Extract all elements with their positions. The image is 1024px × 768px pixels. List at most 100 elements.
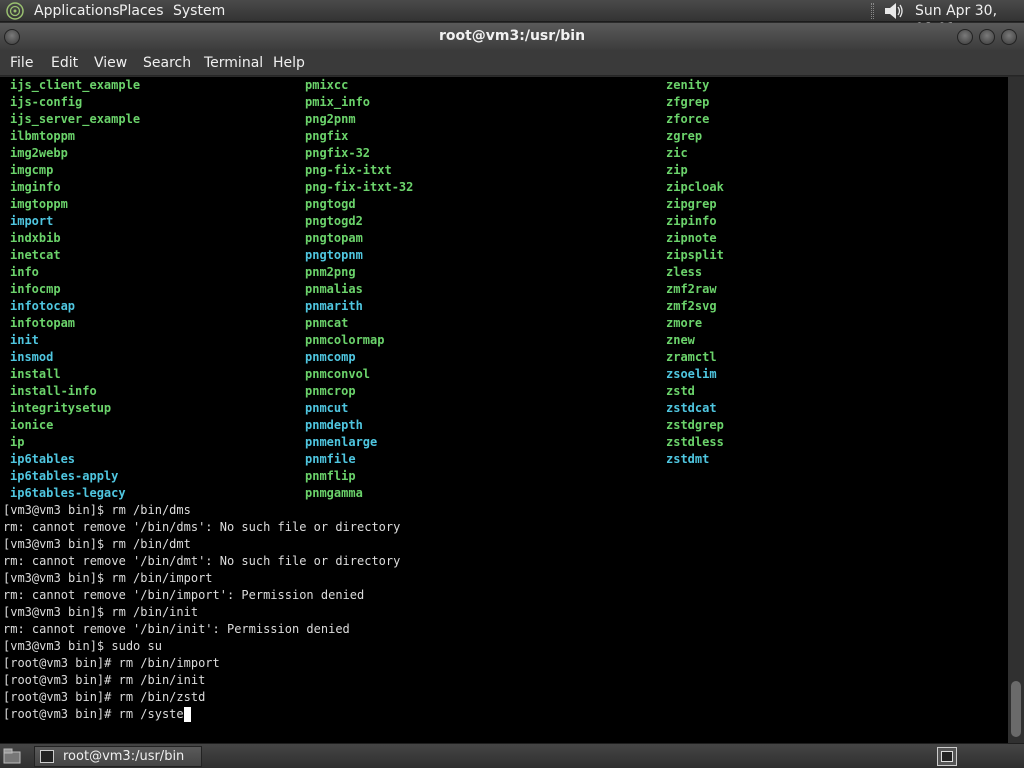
ls-entry: pnmconvol bbox=[305, 367, 371, 381]
menu-view[interactable]: View bbox=[94, 54, 127, 72]
ls-entry: integritysetup bbox=[10, 401, 112, 415]
window-title: root@vm3:/usr/bin bbox=[438, 28, 586, 44]
scrollbar-thumb[interactable] bbox=[1011, 681, 1021, 737]
ls-entry: pmixcc bbox=[305, 78, 349, 92]
ls-entry: zmf2raw bbox=[666, 282, 717, 296]
prompt-line: [root@vm3 bin]# rm /syste bbox=[3, 707, 184, 721]
applications-menu[interactable]: Applications bbox=[34, 2, 120, 20]
ls-entry: zip bbox=[666, 163, 688, 177]
ls-entry: infotocap bbox=[10, 299, 76, 313]
taskbar-terminal-button[interactable]: root@vm3:/usr/bin bbox=[34, 746, 202, 767]
menu-file[interactable]: File bbox=[10, 54, 33, 72]
prompt-line: [vm3@vm3 bin]$ rm /bin/dmt bbox=[3, 537, 191, 551]
error-line: rm: cannot remove '/bin/dmt': No such fi… bbox=[3, 554, 401, 568]
ls-entry: zmf2svg bbox=[666, 299, 717, 313]
ls-entry: imgtoppm bbox=[10, 197, 68, 211]
ls-entry: pnm2png bbox=[305, 265, 356, 279]
error-line: rm: cannot remove '/bin/import': Permiss… bbox=[3, 588, 365, 602]
maximize-button[interactable] bbox=[979, 29, 995, 45]
menu-help[interactable]: Help bbox=[273, 54, 305, 72]
ls-entry: pnmcut bbox=[305, 401, 349, 415]
terminal-output[interactable]: ijs_client_example ijs-config ijs_server_e… bbox=[0, 77, 1008, 743]
show-desktop-icon[interactable] bbox=[3, 748, 21, 764]
ls-entry: zmore bbox=[666, 316, 703, 330]
ls-entry: import bbox=[10, 214, 54, 228]
gnome-logo-icon[interactable] bbox=[6, 2, 24, 20]
volume-icon[interactable] bbox=[884, 2, 904, 20]
close-button[interactable] bbox=[1001, 29, 1017, 45]
prompt-line: [root@vm3 bin]# rm /bin/init bbox=[3, 673, 206, 687]
ls-entry: zipinfo bbox=[666, 214, 717, 228]
ls-entry: ijs_server_example bbox=[10, 112, 141, 126]
ls-entry: pngtopam bbox=[305, 231, 363, 245]
ls-entry: pmix_info bbox=[305, 95, 371, 109]
ls-entry: zgrep bbox=[666, 129, 703, 143]
panel-separator bbox=[871, 3, 874, 19]
text-cursor bbox=[183, 707, 191, 722]
ls-entry: zipnote bbox=[666, 231, 717, 245]
prompt-line: [vm3@vm3 bin]$ rm /bin/import bbox=[3, 571, 213, 585]
terminal-icon bbox=[40, 750, 54, 763]
top-panel: Applications Places System Sun Apr 30, 0… bbox=[0, 0, 1024, 37]
ls-entry: zfgrep bbox=[666, 95, 710, 109]
ls-entry: ip6tables-legacy bbox=[10, 486, 126, 500]
ls-entry: install-info bbox=[10, 384, 97, 398]
workspace-window-icon bbox=[941, 751, 953, 762]
ls-entry: ijs_client_example bbox=[10, 78, 141, 92]
prompt-line: [root@vm3 bin]# rm /bin/import bbox=[3, 656, 220, 670]
ls-entry: zstdcat bbox=[666, 401, 717, 415]
ls-entry: infocmp bbox=[10, 282, 61, 296]
ls-entry: pnmfile bbox=[305, 452, 356, 466]
terminal-scrollbar[interactable] bbox=[1008, 77, 1024, 743]
ls-entry: ip6tables-apply bbox=[10, 469, 119, 483]
ls-entry: imgcmp bbox=[10, 163, 54, 177]
ls-entry: ilbmtoppm bbox=[10, 129, 76, 143]
menu-terminal[interactable]: Terminal bbox=[204, 54, 263, 72]
ls-entry: imginfo bbox=[10, 180, 61, 194]
ls-entry: ip bbox=[10, 435, 25, 449]
bottom-panel: root@vm3:/usr/bin bbox=[0, 743, 1024, 768]
taskbar-terminal-label: root@vm3:/usr/bin bbox=[63, 749, 185, 764]
ls-entry: png-fix-itxt-32 bbox=[305, 180, 414, 194]
menu-edit[interactable]: Edit bbox=[51, 54, 78, 72]
terminal-menubar: File Edit View Search Terminal Help bbox=[0, 50, 1024, 76]
ls-entry: pnmdepth bbox=[305, 418, 363, 432]
ls-entry: png2pnm bbox=[305, 112, 356, 126]
ls-entry: pngfix-32 bbox=[305, 146, 371, 160]
ls-entry: pngfix bbox=[305, 129, 349, 143]
ls-entry: zipsplit bbox=[666, 248, 724, 262]
ls-entry: img2webp bbox=[10, 146, 68, 160]
ls-entry: install bbox=[10, 367, 61, 381]
ls-entry: zramctl bbox=[666, 350, 717, 364]
ls-entry: zforce bbox=[666, 112, 710, 126]
ls-entry: zstdless bbox=[666, 435, 724, 449]
ls-entry: pnmarith bbox=[305, 299, 363, 313]
minimize-button[interactable] bbox=[957, 29, 973, 45]
prompt-line: [vm3@vm3 bin]$ rm /bin/init bbox=[3, 605, 199, 619]
error-line: rm: cannot remove '/bin/dms': No such fi… bbox=[3, 520, 401, 534]
ls-entry: zstd bbox=[666, 384, 695, 398]
ls-entry: pnmcat bbox=[305, 316, 349, 330]
ls-entry: ijs-config bbox=[10, 95, 83, 109]
ls-entry: zless bbox=[666, 265, 703, 279]
ls-entry: infotopam bbox=[10, 316, 76, 330]
ls-entry: indxbib bbox=[10, 231, 61, 245]
ls-entry: znew bbox=[666, 333, 695, 347]
menu-search[interactable]: Search bbox=[143, 54, 191, 72]
ls-entry: info bbox=[10, 265, 39, 279]
ls-entry: pnmenlarge bbox=[305, 435, 378, 449]
ls-entry: pnmcomp bbox=[305, 350, 356, 364]
ls-entry: png-fix-itxt bbox=[305, 163, 392, 177]
system-menu[interactable]: System bbox=[173, 2, 225, 20]
ls-entry: insmod bbox=[10, 350, 54, 364]
places-menu[interactable]: Places bbox=[119, 2, 164, 20]
ls-entry: zipcloak bbox=[666, 180, 724, 194]
error-line: rm: cannot remove '/bin/init': Permissio… bbox=[3, 622, 350, 636]
ls-entry: pngtopnm bbox=[305, 248, 363, 262]
ls-entry: pngtogd bbox=[305, 197, 356, 211]
prompt-line: [vm3@vm3 bin]$ rm /bin/dms bbox=[3, 503, 191, 517]
ls-entry: pnmalias bbox=[305, 282, 363, 296]
ls-entry: pngtogd2 bbox=[305, 214, 363, 228]
window-titlebar[interactable]: root@vm3:/usr/bin bbox=[0, 23, 1024, 50]
workspace-switcher[interactable] bbox=[937, 747, 957, 766]
